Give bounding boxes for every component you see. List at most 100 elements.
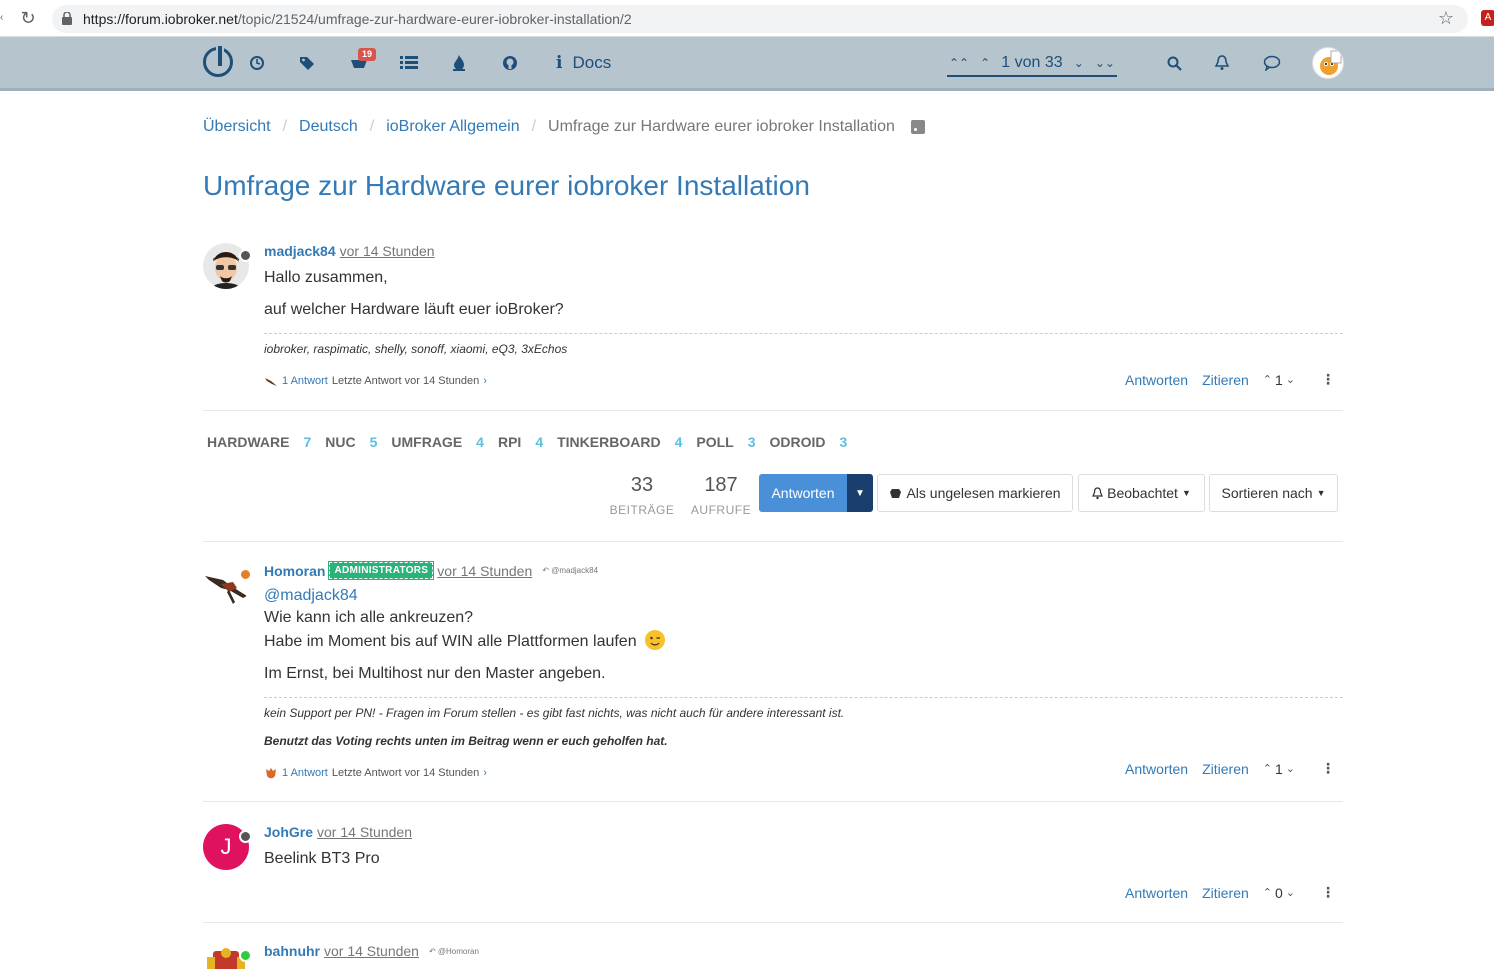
username-link[interactable]: madjack84 xyxy=(264,243,336,259)
tag-item[interactable]: HARDWARE 7 xyxy=(207,434,311,450)
mark-unread-button[interactable]: Als ungelesen markieren xyxy=(877,474,1073,512)
search-icon[interactable] xyxy=(1167,51,1182,75)
breadcrumb-deutsch[interactable]: Deutsch xyxy=(299,118,358,136)
watching-button[interactable]: Beobachtet ▼ xyxy=(1078,474,1205,512)
post-pagination[interactable]: ⌃⌃ ⌃ 1 von 33 ⌄ ⌄⌄ xyxy=(947,51,1117,77)
post-meta: bahnuhr vor 14 Stunden ↶ @Homoran xyxy=(264,943,1343,959)
first-page-icon[interactable]: ⌃⌃ xyxy=(949,56,969,70)
prev-page-icon[interactable]: ⌃ xyxy=(980,56,990,70)
recent-clock-icon[interactable] xyxy=(249,51,265,75)
post-meta: madjack84 vor 14 Stunden xyxy=(264,243,1343,259)
wink-emoji-icon xyxy=(645,630,666,650)
more-options-icon[interactable]: ⋮ xyxy=(1321,371,1335,388)
username-link[interactable]: JohGre xyxy=(264,824,313,840)
timestamp-link[interactable]: vor 14 Stunden xyxy=(324,943,419,959)
breadcrumb-current: Umfrage zur Hardware eurer iobroker Inst… xyxy=(548,118,895,135)
tags-icon[interactable] xyxy=(299,51,317,75)
post-actions: Antworten Zitieren ⌃ 1 ⌄ ⋮ xyxy=(1125,760,1335,777)
reply-link[interactable]: Antworten xyxy=(1125,372,1188,388)
chevron-right-icon: › xyxy=(483,767,487,779)
docs-link[interactable]: i Docs xyxy=(556,53,611,73)
vote-controls: ⌃ 1 ⌄ xyxy=(1263,761,1295,777)
post-meta: JohGre vor 14 Stunden xyxy=(264,824,1343,840)
mention-link[interactable]: @madjack84 xyxy=(264,587,358,604)
reply-avatar-icon xyxy=(264,766,278,780)
post-meta: Homoran ADMINISTRATORS vor 14 Stunden ↶ … xyxy=(264,561,1343,580)
address-bar[interactable]: https://forum.iobroker.net/topic/21524/u… xyxy=(52,5,1468,33)
reply-to-link[interactable]: ↶ @Homoran xyxy=(429,947,479,956)
username-link[interactable]: bahnuhr xyxy=(264,943,320,959)
url-text: https://forum.iobroker.net/topic/21524/u… xyxy=(83,11,632,27)
more-options-icon[interactable]: ⋮ xyxy=(1321,884,1335,901)
next-page-icon[interactable]: ⌄ xyxy=(1074,56,1084,70)
back-arrow-icon[interactable]: ‹ xyxy=(0,12,3,23)
notifications-bell-icon[interactable] xyxy=(1214,51,1230,75)
breadcrumb-iobroker-allgemein[interactable]: ioBroker Allgemein xyxy=(386,118,519,136)
sort-button[interactable]: Sortieren nach ▼ xyxy=(1209,474,1338,512)
breadcrumb-overview[interactable]: Übersicht xyxy=(203,118,271,136)
iobroker-logo[interactable] xyxy=(203,46,233,77)
post-text: Hallo zusammen, xyxy=(264,269,388,286)
quote-link[interactable]: Zitieren xyxy=(1202,761,1249,777)
post-madjack84: madjack84 vor 14 Stunden Hallo zusammen,… xyxy=(203,243,1343,393)
chat-icon[interactable] xyxy=(1263,51,1281,75)
post-bahnuhr: bahnuhr vor 14 Stunden ↶ @Homoran xyxy=(203,943,1343,969)
upvote-icon[interactable]: ⌃ xyxy=(1263,886,1272,899)
replies-last: Letzte Antwort vor 14 Stunden xyxy=(331,375,480,387)
bookmark-star-icon[interactable]: ☆ xyxy=(1438,8,1454,29)
downvote-icon[interactable]: ⌄ xyxy=(1286,886,1295,899)
tag-item[interactable]: UMFRAGE 4 xyxy=(391,434,484,450)
extension-icon[interactable]: A xyxy=(1481,10,1494,26)
breadcrumb: Übersicht / Deutsch / ioBroker Allgemein… xyxy=(203,118,925,136)
divider xyxy=(203,801,1343,802)
topic-tags: HARDWARE 7 NUC 5 UMFRAGE 4 RPI 4 TINKERBOARD… xyxy=(207,434,847,450)
downvote-icon[interactable]: ⌄ xyxy=(1286,762,1295,775)
categories-list-icon[interactable] xyxy=(400,51,418,75)
tag-item[interactable]: NUC 5 xyxy=(325,434,377,450)
tag-item[interactable]: POLL 3 xyxy=(696,434,755,450)
last-page-icon[interactable]: ⌄⌄ xyxy=(1095,56,1115,70)
reply-dropdown-toggle[interactable]: ▼ xyxy=(847,474,873,512)
status-offline-dot xyxy=(239,830,252,843)
post-actions: Antworten Zitieren ⌃ 1 ⌄ ⋮ xyxy=(1125,371,1335,388)
mark-unread-label: Als ungelesen markieren xyxy=(906,485,1061,501)
caret-down-icon: ▼ xyxy=(1181,488,1191,498)
downvote-icon[interactable]: ⌄ xyxy=(1286,373,1295,386)
reply-button[interactable]: Antworten xyxy=(759,474,847,512)
signature-line-bold: Benutzt das Voting rechts unten im Beitr… xyxy=(264,734,668,748)
reload-icon[interactable]: ↻ xyxy=(18,8,38,28)
sort-label: Sortieren nach xyxy=(1221,485,1313,501)
quote-link[interactable]: Zitieren xyxy=(1202,885,1249,901)
tag-item[interactable]: RPI 4 xyxy=(498,434,543,450)
docs-label: Docs xyxy=(572,53,612,72)
posts-label: BEITRÄGE xyxy=(609,503,675,517)
signature: iobroker, raspimatic, shelly, sonoff, xi… xyxy=(264,333,1343,356)
timestamp-link[interactable]: vor 14 Stunden xyxy=(317,824,412,840)
timestamp-link[interactable]: vor 14 Stunden xyxy=(340,243,435,259)
popular-fire-icon[interactable] xyxy=(452,51,466,75)
tag-item[interactable]: ODROID 3 xyxy=(770,434,848,450)
signature-line: kein Support per PN! - Fragen im Forum s… xyxy=(264,706,845,720)
posts-stat: 33 BEITRÄGE xyxy=(606,474,678,517)
views-count: 187 xyxy=(704,474,738,496)
more-options-icon[interactable]: ⋮ xyxy=(1321,760,1335,777)
admin-badge[interactable]: ADMINISTRATORS xyxy=(328,561,435,580)
post-actions: Antworten Zitieren ⌃ 0 ⌄ ⋮ xyxy=(1125,884,1335,901)
tag-item[interactable]: TINKERBOARD 4 xyxy=(557,434,682,450)
reply-link[interactable]: Antworten xyxy=(1125,885,1188,901)
timestamp-link[interactable]: vor 14 Stunden xyxy=(437,563,532,579)
rss-icon[interactable] xyxy=(910,120,925,134)
github-icon[interactable] xyxy=(502,51,518,75)
vote-count: 1 xyxy=(1274,371,1283,388)
topic-title: Umfrage zur Hardware eurer iobroker Inst… xyxy=(203,170,810,201)
reply-button-group: Antworten ▼ xyxy=(759,474,873,512)
reply-to-link[interactable]: ↶ @madjack84 xyxy=(542,566,598,575)
user-avatar[interactable] xyxy=(1312,47,1344,79)
status-online-dot xyxy=(239,949,252,962)
upvote-icon[interactable]: ⌃ xyxy=(1263,762,1272,775)
reply-link[interactable]: Antworten xyxy=(1125,761,1188,777)
replies-count: 1 Antwort xyxy=(282,767,328,779)
upvote-icon[interactable]: ⌃ xyxy=(1263,373,1272,386)
quote-link[interactable]: Zitieren xyxy=(1202,372,1249,388)
username-link[interactable]: Homoran xyxy=(264,563,325,579)
